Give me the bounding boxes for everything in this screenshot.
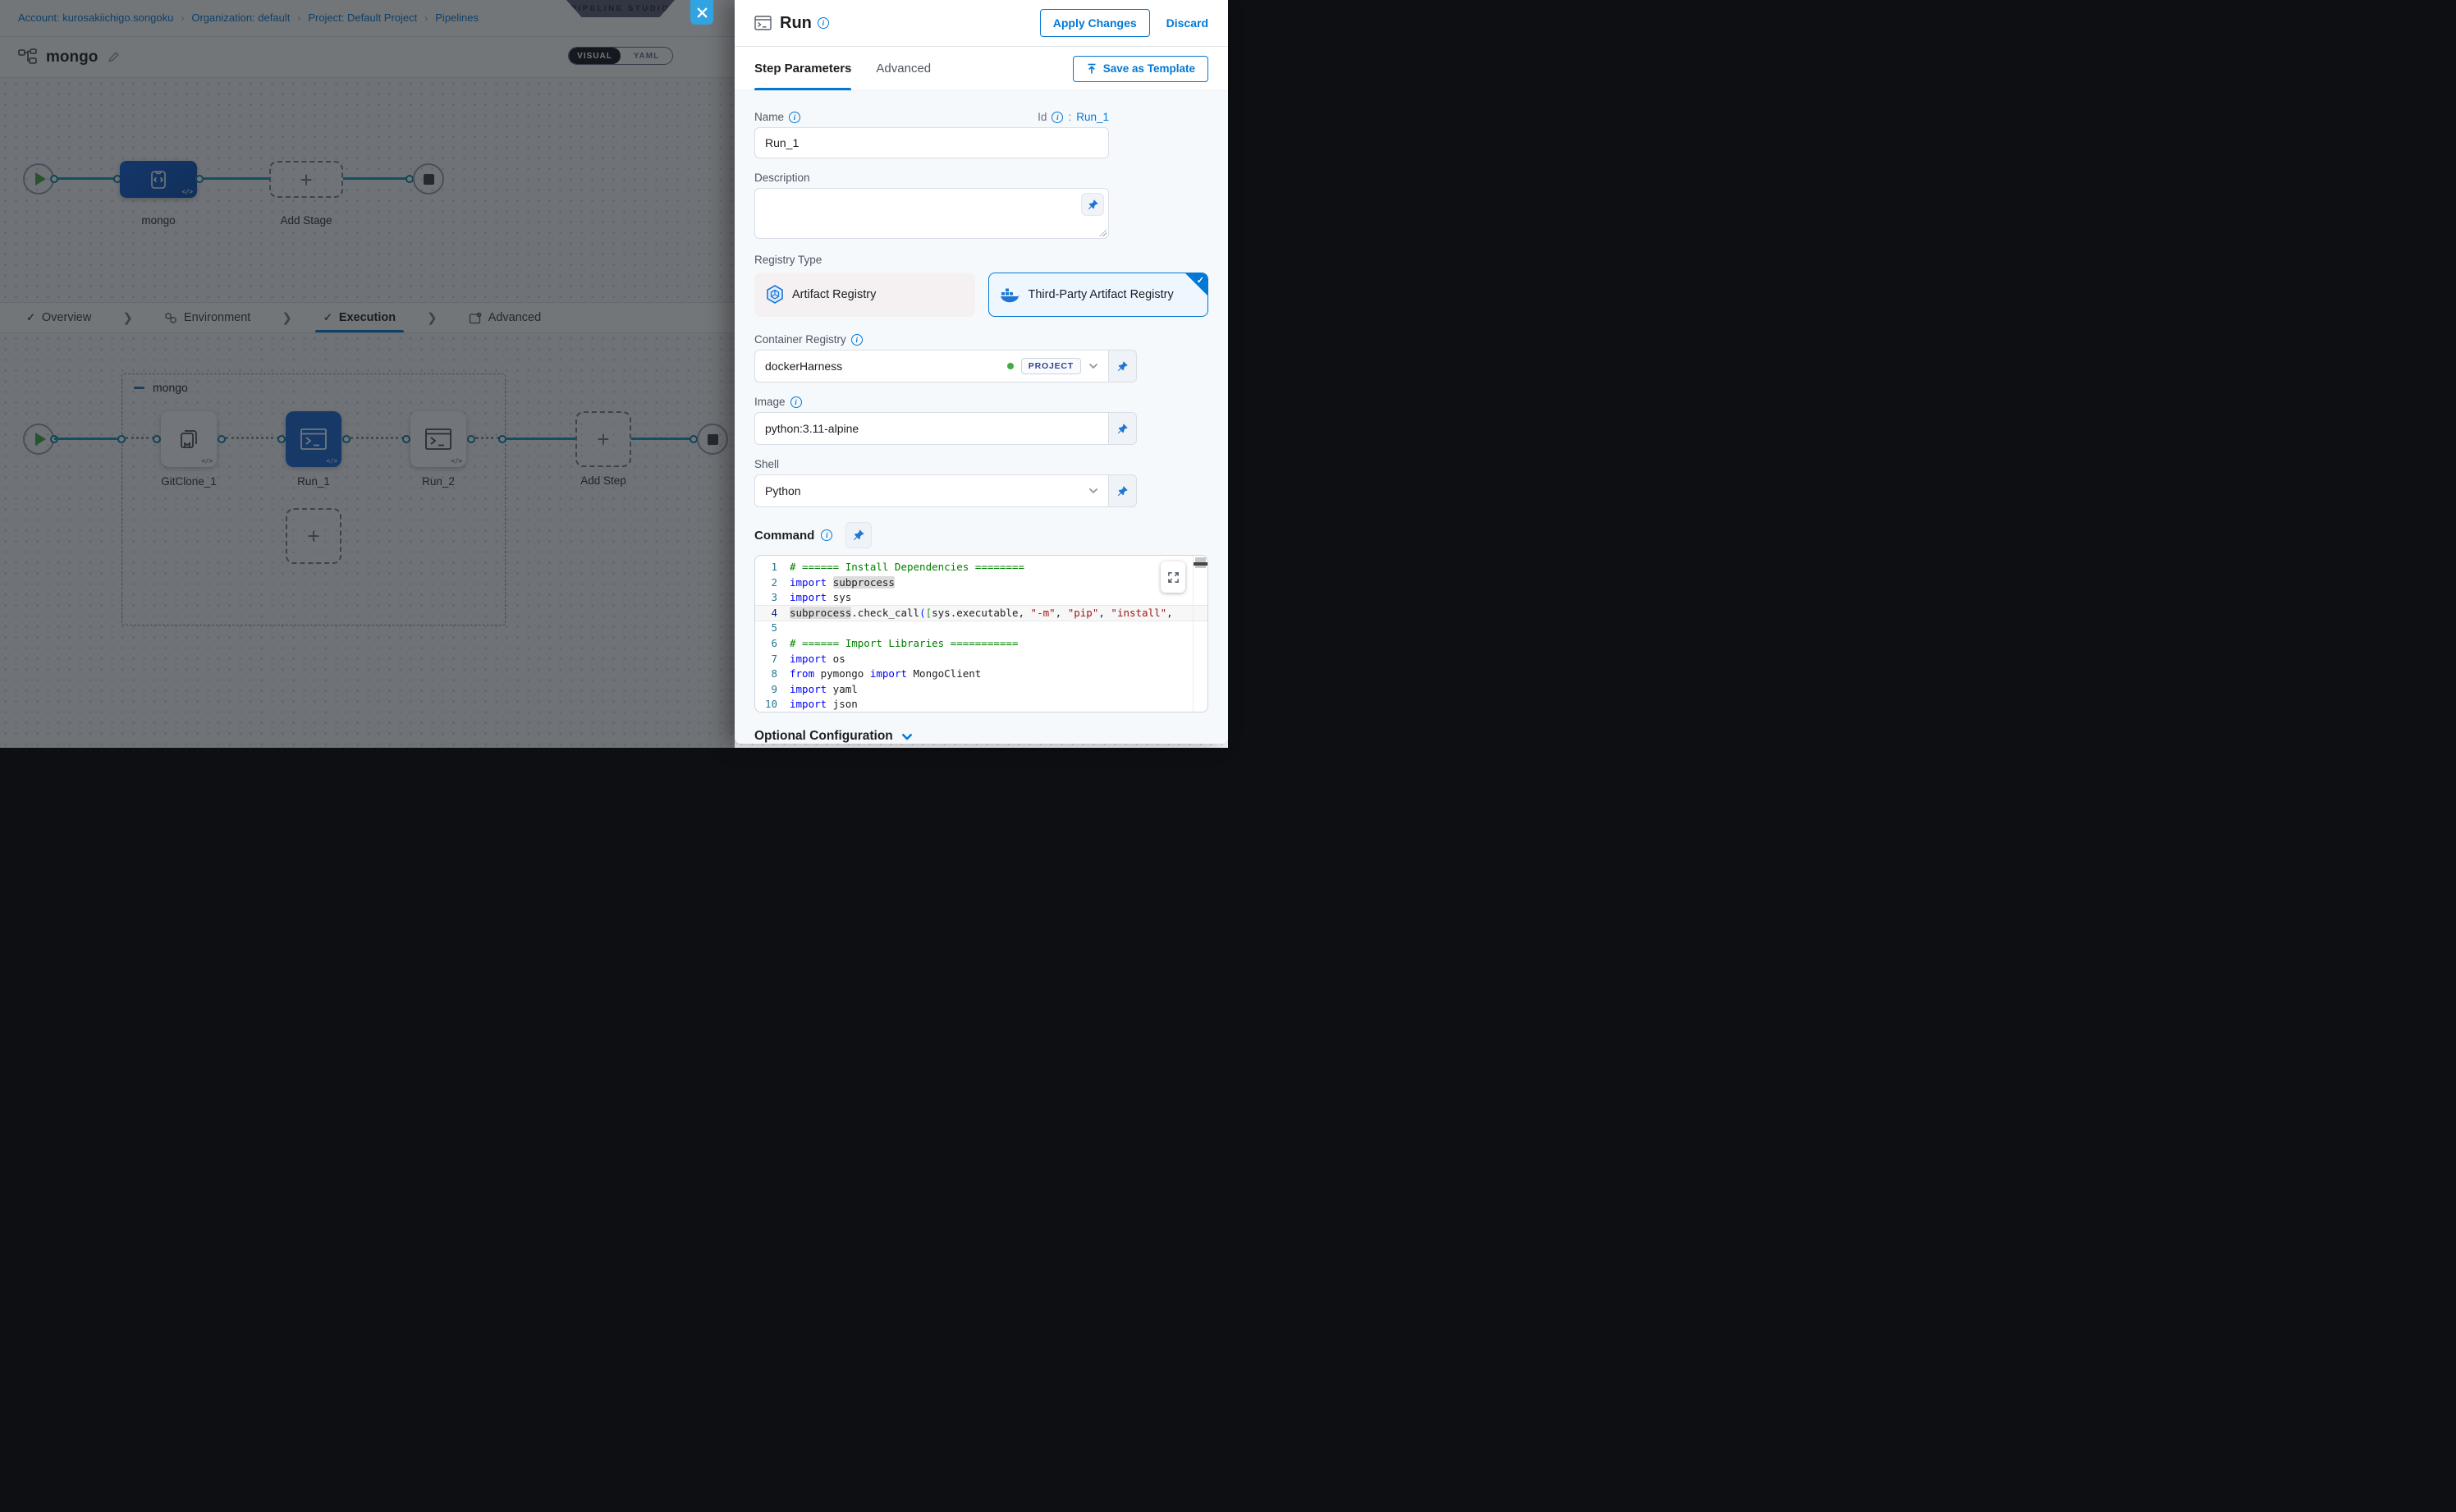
tab-advanced[interactable]: Advanced xyxy=(876,47,931,90)
name-label: Namei xyxy=(754,111,800,123)
pin-button[interactable] xyxy=(1109,474,1137,507)
pin-button[interactable] xyxy=(1081,193,1104,216)
info-icon[interactable]: i xyxy=(790,396,802,408)
code-text: from pymongo import MongoClient xyxy=(790,667,1207,682)
line-number: 9 xyxy=(755,682,790,698)
line-number: 1 xyxy=(755,560,790,575)
code-text: import yaml xyxy=(790,682,1207,698)
code-text: # ====== Install Dependencies ======== xyxy=(790,560,1207,575)
registry-type-label: Registry Type xyxy=(754,254,1208,266)
step-id: Id i : Run_1 xyxy=(1038,111,1109,123)
code-text: import os xyxy=(790,652,1207,667)
line-number: 7 xyxy=(755,652,790,667)
drawer-header: Run i Apply Changes Discard xyxy=(735,0,1228,47)
code-text xyxy=(790,621,1207,636)
code-lines: 1# ====== Install Dependencies ========2… xyxy=(755,560,1207,712)
scope-badge: PROJECT xyxy=(1021,358,1081,374)
code-line[interactable]: 3import sys xyxy=(755,590,1207,606)
container-registry-label: Container Registryi xyxy=(754,333,1208,346)
info-icon[interactable]: i xyxy=(789,112,800,123)
code-line[interactable]: 1# ====== Install Dependencies ======== xyxy=(755,560,1207,575)
image-input[interactable]: python:3.11-alpine xyxy=(754,412,1109,445)
description-input[interactable] xyxy=(754,188,1109,239)
registry-option-artifact[interactable]: Artifact Registry xyxy=(754,273,975,317)
code-line[interactable]: 10import json xyxy=(755,697,1207,712)
pin-button[interactable] xyxy=(1109,350,1137,383)
drawer-tab-bar: Step Parameters Advanced Save as Templat… xyxy=(735,47,1228,90)
shell-select[interactable]: Python xyxy=(754,474,1109,507)
code-text: import sys xyxy=(790,590,1207,606)
code-line[interactable]: 7import os xyxy=(755,652,1207,667)
description-label: Description xyxy=(754,172,1208,184)
editor-gutter-line xyxy=(1193,556,1194,712)
step-config-drawer: Run i Apply Changes Discard Step Paramet… xyxy=(735,0,1228,744)
code-text: # ====== Import Libraries =========== xyxy=(790,636,1207,652)
code-text: subprocess.check_call([sys.executable, "… xyxy=(790,606,1207,621)
close-icon xyxy=(697,7,708,18)
container-registry-value: dockerHarness xyxy=(765,360,1000,373)
pin-button[interactable] xyxy=(845,522,872,548)
connectivity-status-dot xyxy=(1007,363,1014,369)
name-input[interactable] xyxy=(754,127,1109,158)
code-line[interactable]: 2import subprocess xyxy=(755,575,1207,591)
chevron-down-icon[interactable] xyxy=(1088,488,1098,494)
pin-icon xyxy=(1116,360,1129,373)
line-number: 2 xyxy=(755,575,790,591)
pin-button[interactable] xyxy=(1109,412,1137,445)
image-label: Imagei xyxy=(754,396,1208,408)
line-number: 8 xyxy=(755,667,790,682)
image-value: python:3.11-alpine xyxy=(765,422,1098,435)
registry-option-third-party[interactable]: Third-Party Artifact Registry ✓ xyxy=(988,273,1209,317)
save-as-template-button[interactable]: Save as Template xyxy=(1073,56,1208,82)
command-code-editor[interactable]: 1# ====== Install Dependencies ========2… xyxy=(754,555,1208,712)
line-number: 4 xyxy=(755,606,790,621)
optional-configuration-label: Optional Configuration xyxy=(754,729,893,744)
code-text: import subprocess xyxy=(790,575,1207,591)
apply-changes-button[interactable]: Apply Changes xyxy=(1040,9,1150,37)
chevron-down-icon xyxy=(901,733,913,740)
step-parameters-panel: Namei Id i : Run_1 Description Registry … xyxy=(735,90,1228,744)
drawer-title: Run xyxy=(780,14,812,33)
artifact-registry-icon xyxy=(766,285,784,305)
close-drawer-button[interactable] xyxy=(690,0,713,25)
code-line[interactable]: 8from pymongo import MongoClient xyxy=(755,667,1207,682)
line-number: 10 xyxy=(755,697,790,712)
pin-icon xyxy=(1116,423,1129,435)
optional-configuration-toggle[interactable]: Optional Configuration xyxy=(754,729,1208,744)
code-line[interactable]: 6# ====== Import Libraries =========== xyxy=(755,636,1207,652)
shell-label: Shell xyxy=(754,458,1208,470)
line-number: 6 xyxy=(755,636,790,652)
info-icon[interactable]: i xyxy=(851,334,863,346)
pin-icon xyxy=(852,529,865,542)
info-icon[interactable]: i xyxy=(1052,112,1063,123)
pin-icon xyxy=(1087,199,1099,211)
shell-value: Python xyxy=(765,484,1081,497)
tab-step-parameters[interactable]: Step Parameters xyxy=(754,47,851,90)
code-line[interactable]: 5 xyxy=(755,621,1207,636)
step-id-value[interactable]: Run_1 xyxy=(1076,111,1109,123)
expand-editor-button[interactable] xyxy=(1161,561,1185,593)
command-label: Command xyxy=(754,529,814,543)
line-number: 5 xyxy=(755,621,790,636)
discard-button[interactable]: Discard xyxy=(1166,16,1208,30)
upload-icon xyxy=(1086,63,1097,75)
code-line[interactable]: 9import yaml xyxy=(755,682,1207,698)
fullscreen-icon xyxy=(1167,571,1180,584)
code-line[interactable]: 4subprocess.check_call([sys.executable, … xyxy=(755,606,1207,621)
line-number: 3 xyxy=(755,590,790,606)
info-icon[interactable]: i xyxy=(821,529,832,541)
info-icon[interactable]: i xyxy=(818,17,829,29)
terminal-icon xyxy=(754,16,772,31)
docker-icon xyxy=(1001,286,1020,303)
check-icon: ✓ xyxy=(1197,275,1204,286)
editor-overview-marker xyxy=(1194,562,1207,566)
dim-overlay xyxy=(0,0,735,748)
resize-handle[interactable] xyxy=(1099,229,1107,236)
pin-icon xyxy=(1116,485,1129,497)
chevron-down-icon[interactable] xyxy=(1088,363,1098,369)
container-registry-select[interactable]: dockerHarness PROJECT xyxy=(754,350,1109,383)
code-text: import json xyxy=(790,697,1207,712)
